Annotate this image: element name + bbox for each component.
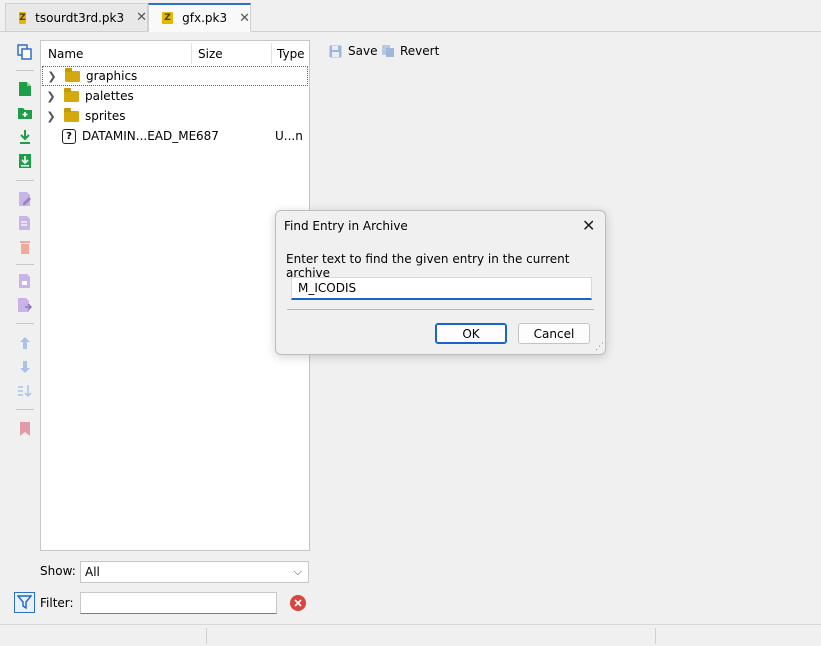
column-divider [191, 43, 192, 64]
column-header-type[interactable]: Type [277, 41, 305, 66]
list-item-graphics[interactable]: ❯ graphics [42, 66, 308, 86]
list-item-datamin-readme[interactable]: ? DATAMIN...EAD_ME 687 U...n [42, 126, 308, 146]
search-input[interactable]: M_ICODIS [291, 277, 592, 300]
status-divider [206, 628, 207, 644]
ok-button[interactable]: OK [435, 323, 507, 344]
move-down-icon[interactable] [16, 358, 34, 376]
revert-icon [382, 45, 394, 57]
filter-toggle-button[interactable] [14, 592, 35, 613]
toolbar-separator [16, 70, 34, 71]
archive-entry-list[interactable]: Name Size Type ❯ graphics ❯ palettes ❯ s… [40, 40, 310, 551]
filter-input[interactable] [80, 592, 277, 614]
copy-entries-icon[interactable] [16, 43, 34, 61]
column-header-size[interactable]: Size [198, 41, 223, 66]
toolbar-separator [16, 264, 34, 265]
filter-icon [17, 595, 32, 610]
cancel-button[interactable]: Cancel [518, 323, 590, 344]
close-icon[interactable]: ✕ [239, 11, 250, 26]
filter-label: Filter: [40, 596, 74, 610]
find-entry-dialog: Find Entry in Archive ✕ Enter text to fi… [275, 210, 606, 355]
entry-name: graphics [86, 69, 138, 83]
rename-icon[interactable] [16, 190, 34, 208]
delete-icon[interactable] [16, 238, 34, 256]
rename-each-icon[interactable] [16, 214, 34, 232]
export-as-icon[interactable] [16, 296, 34, 314]
clear-icon [289, 594, 306, 611]
zip-archive-icon: Z [162, 12, 174, 24]
import-files-icon[interactable] [16, 152, 34, 170]
export-icon[interactable] [16, 272, 34, 290]
chevron-right-icon[interactable]: ❯ [45, 70, 59, 83]
search-input-value: M_ICODIS [298, 281, 357, 295]
toolbar-separator [16, 409, 34, 410]
toolbar-separator [16, 323, 34, 324]
entry-size: 687 [196, 129, 219, 143]
column-divider [271, 43, 272, 64]
move-up-icon[interactable] [16, 334, 34, 352]
dialog-title: Find Entry in Archive [284, 219, 408, 233]
dialog-prompt: Enter text to find the given entry in th… [286, 252, 570, 280]
chevron-down-icon: ⌵ [293, 565, 302, 578]
bookmark-icon[interactable] [16, 420, 34, 438]
tab-tsourdt3rd[interactable]: Z tsourdt3rd.pk3 ✕ [5, 3, 148, 31]
sort-icon[interactable] [16, 382, 34, 400]
close-icon[interactable]: ✕ [136, 10, 147, 25]
save-button[interactable]: Save [329, 44, 377, 58]
new-folder-icon[interactable] [16, 104, 34, 122]
new-entry-icon[interactable] [16, 80, 34, 98]
dialog-divider [287, 309, 594, 310]
folder-icon [64, 107, 79, 122]
unknown-file-icon: ? [62, 128, 76, 144]
entry-type: U...n [275, 129, 303, 143]
status-divider [655, 628, 656, 644]
entry-name: DATAMIN...EAD_ME [82, 129, 196, 143]
close-icon[interactable]: ✕ [582, 216, 595, 235]
zip-archive-icon: Z [19, 11, 27, 24]
tab-label: gfx.pk3 [182, 11, 228, 25]
show-label: Show: [40, 564, 76, 578]
revert-label: Revert [400, 44, 440, 58]
import-icon[interactable] [16, 128, 34, 146]
entry-name: sprites [85, 109, 126, 123]
tab-gfx[interactable]: Z gfx.pk3 ✕ [148, 3, 251, 32]
save-label: Save [348, 44, 378, 58]
resize-grip-icon[interactable]: ⋰ [595, 342, 604, 352]
clear-filter-button[interactable] [287, 592, 308, 613]
tab-label: tsourdt3rd.pk3 [35, 10, 125, 25]
entry-name: palettes [85, 89, 134, 103]
folder-icon [64, 87, 79, 102]
folder-icon [65, 67, 80, 82]
column-header-name[interactable]: Name [48, 41, 83, 66]
toolbar-separator [16, 180, 34, 181]
list-item-sprites[interactable]: ❯ sprites [42, 106, 308, 126]
show-category-dropdown[interactable]: All ⌵ [80, 561, 309, 583]
chevron-right-icon[interactable]: ❯ [44, 110, 58, 123]
list-item-palettes[interactable]: ❯ palettes [42, 86, 308, 106]
show-selected-value: All [85, 565, 100, 579]
revert-button[interactable]: Revert [381, 44, 439, 58]
tab-bar-divider [0, 31, 821, 32]
status-bar [0, 624, 821, 646]
chevron-right-icon[interactable]: ❯ [44, 90, 58, 103]
save-icon [329, 45, 342, 57]
